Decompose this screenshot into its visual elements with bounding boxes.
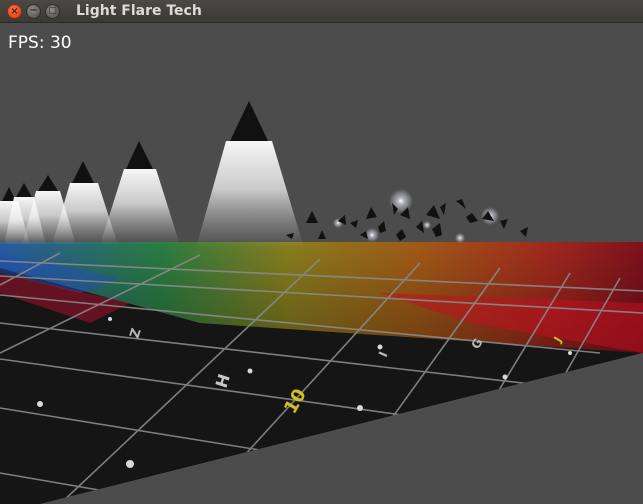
app-window: × − □ Light Flare Tech H 10 Z G I J FPS:… [0, 0, 643, 504]
maximize-icon: □ [48, 6, 57, 16]
minimize-button[interactable]: − [26, 4, 41, 19]
close-button[interactable]: × [7, 4, 22, 19]
scene-canvas: H 10 Z G I J [0, 23, 643, 504]
minimize-icon: − [29, 5, 38, 16]
window-title: Light Flare Tech [76, 3, 202, 19]
maximize-button[interactable]: □ [45, 4, 60, 19]
game-viewport[interactable]: H 10 Z G I J FPS: 30 [0, 23, 643, 504]
title-bar[interactable]: × − □ Light Flare Tech [0, 0, 643, 23]
fps-counter: FPS: 30 [8, 33, 72, 53]
close-icon: × [10, 6, 19, 17]
